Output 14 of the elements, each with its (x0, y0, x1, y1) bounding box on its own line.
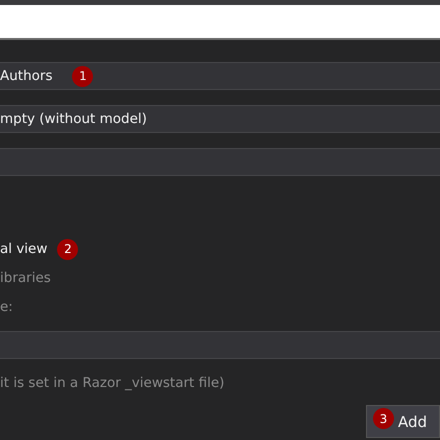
field-value: Authors (0, 68, 52, 84)
layout-label: e: (0, 299, 14, 317)
input-field[interactable]: Authors 1 (0, 62, 440, 90)
step-badge: 3 (373, 408, 394, 429)
layout-field[interactable] (0, 331, 440, 359)
option-label[interactable]: al view (0, 241, 48, 257)
field-value: mpty (without model) (0, 111, 147, 127)
input-field[interactable]: mpty (without model) (0, 105, 440, 133)
step-badge: 1 (72, 66, 94, 86)
add-button[interactable]: 3 Add (366, 405, 440, 438)
search-field[interactable] (0, 5, 440, 40)
input-field[interactable] (0, 148, 440, 176)
step-badge: 2 (57, 238, 78, 260)
hint-text: it is set in a Razor _viewstart file) (0, 375, 226, 391)
